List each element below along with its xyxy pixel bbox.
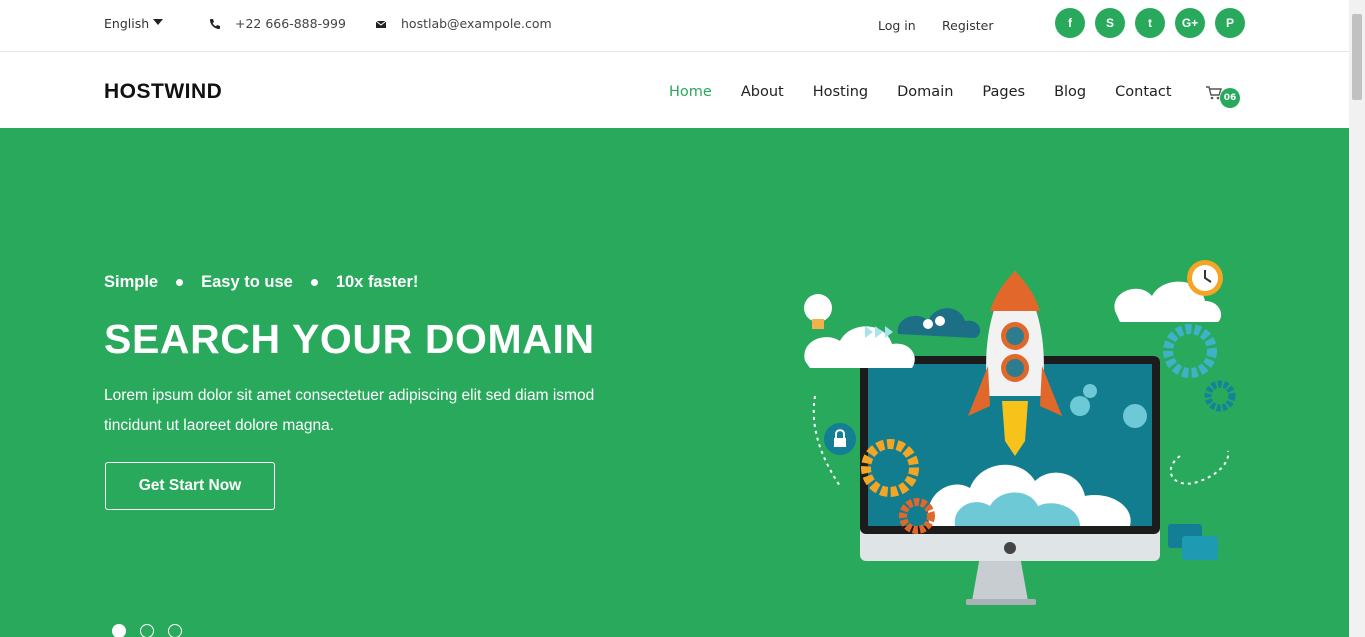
facebook-icon[interactable]: f — [1055, 8, 1085, 38]
language-selector[interactable]: English — [104, 16, 164, 31]
phone-info: +22 666-888-999 — [209, 16, 346, 31]
login-link[interactable]: Log in — [878, 18, 916, 33]
hero-tagline: Simple Easy to use 10x faster! — [104, 273, 418, 292]
email-info: hostlab@exampole.com — [375, 16, 552, 31]
main-header: HOSTWIND Home About Hosting Domain Pages… — [0, 53, 1349, 128]
cart-count-badge: 06 — [1220, 88, 1240, 108]
tagline-item: Easy to use — [201, 273, 293, 291]
social-links: f S t G+ P — [1055, 8, 1245, 38]
nav-hosting[interactable]: Hosting — [813, 84, 868, 100]
slide-dot-2[interactable] — [140, 624, 154, 637]
hero-title: SEARCH YOUR DOMAIN — [104, 316, 595, 362]
google-plus-icon[interactable]: G+ — [1175, 8, 1205, 38]
main-nav: Home About Hosting Domain Pages Blog Con… — [669, 84, 1201, 100]
nav-domain[interactable]: Domain — [897, 84, 953, 100]
bullet-dot — [310, 279, 318, 286]
language-label: English — [104, 16, 150, 31]
slide-dot-3[interactable] — [168, 624, 182, 637]
slider-pagination — [112, 624, 182, 637]
nav-pages[interactable]: Pages — [982, 84, 1025, 100]
caret-down-icon — [153, 18, 164, 25]
email-address: hostlab@exampole.com — [401, 16, 552, 31]
nav-blog[interactable]: Blog — [1054, 84, 1086, 100]
nav-contact[interactable]: Contact — [1115, 84, 1171, 100]
scrollbar-thumb[interactable] — [1352, 14, 1362, 100]
envelope-icon — [375, 20, 387, 28]
nav-about[interactable]: About — [741, 84, 784, 100]
tagline-item: Simple — [104, 273, 159, 291]
bullet-dot — [176, 279, 184, 286]
phone-number: +22 666-888-999 — [235, 16, 346, 31]
top-bar: English +22 666-888-999 hostlab@exampole… — [0, 0, 1349, 52]
nav-home[interactable]: Home — [669, 84, 712, 100]
rocket-launch-illustration — [804, 260, 1236, 605]
site-logo[interactable]: HOSTWIND — [104, 80, 222, 104]
register-link[interactable]: Register — [942, 18, 993, 33]
slide-dot-1[interactable] — [112, 624, 126, 637]
phone-icon — [210, 18, 220, 29]
cart-button[interactable]: 06 — [1205, 83, 1241, 109]
tagline-item: 10x faster! — [335, 273, 419, 291]
hero-banner: Simple Easy to use 10x faster! SEARCH YO… — [0, 128, 1349, 637]
pinterest-icon[interactable]: P — [1215, 8, 1245, 38]
page-scrollbar[interactable] — [1349, 0, 1365, 637]
get-start-button[interactable]: Get Start Now — [105, 462, 275, 510]
hero-description: Lorem ipsum dolor sit amet consectetuer … — [104, 387, 595, 434]
skype-icon[interactable]: S — [1095, 8, 1125, 38]
twitter-icon[interactable]: t — [1135, 8, 1165, 38]
